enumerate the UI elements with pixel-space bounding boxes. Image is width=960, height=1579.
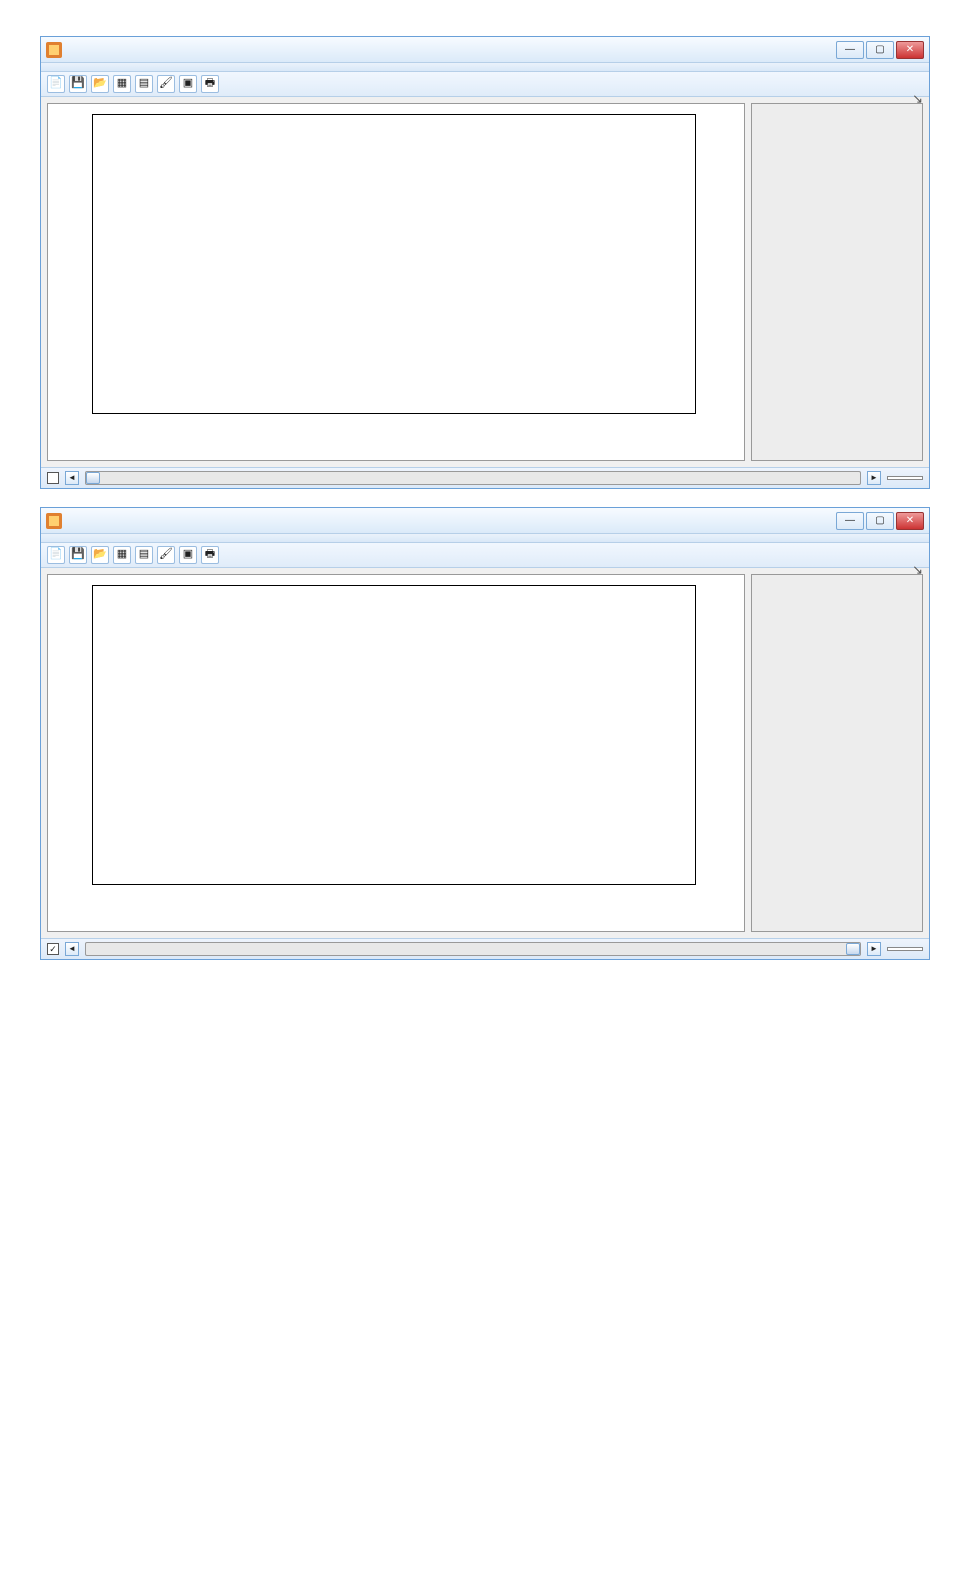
scroll-enable-checkbox[interactable]: [47, 472, 59, 484]
titlebar[interactable]: — ▢ ✕: [41, 508, 929, 534]
maximize-button[interactable]: ▢: [866, 41, 894, 59]
plot-panel: [47, 103, 745, 461]
open-icon[interactable]: 📂: [91, 546, 109, 564]
close-button[interactable]: ✕: [896, 41, 924, 59]
save-icon[interactable]: 💾: [69, 75, 87, 93]
scroll-enable-checkbox[interactable]: ✓: [47, 943, 59, 955]
app-window: — ▢ ✕ 📄 💾 📂 ▦ ▤ 🖌 ▣ 🖶 ↘: [40, 36, 930, 489]
layout-icon[interactable]: ▤: [135, 546, 153, 564]
scrollbar-track[interactable]: [85, 471, 861, 485]
dock-toggle-icon[interactable]: ↘: [912, 89, 923, 110]
brush-icon[interactable]: 🖌: [157, 75, 175, 93]
toolbar: 📄 💾 📂 ▦ ▤ 🖌 ▣ 🖶: [41, 72, 929, 97]
brush-icon[interactable]: 🖌: [157, 546, 175, 564]
new-file-icon[interactable]: 📄: [47, 75, 65, 93]
save-icon[interactable]: 💾: [69, 546, 87, 564]
axes[interactable]: [92, 114, 696, 414]
toolbar: 📄 💾 📂 ▦ ▤ 🖌 ▣ 🖶: [41, 543, 929, 568]
open-icon[interactable]: 📂: [91, 75, 109, 93]
plot-panel: [47, 574, 745, 932]
statusbar: ◄ ►: [41, 467, 929, 488]
axes[interactable]: [92, 585, 696, 885]
scrollbar-track[interactable]: [85, 942, 861, 956]
new-file-icon[interactable]: 📄: [47, 546, 65, 564]
scrollbar-thumb[interactable]: [86, 472, 100, 484]
print-icon[interactable]: 🖶: [201, 546, 219, 564]
axes-icon[interactable]: ▣: [179, 75, 197, 93]
axes-icon[interactable]: ▣: [179, 546, 197, 564]
scroll-right-icon[interactable]: ►: [867, 471, 881, 485]
side-panel: [751, 574, 923, 932]
close-button[interactable]: ✕: [896, 512, 924, 530]
scroll-left-icon[interactable]: ◄: [65, 471, 79, 485]
menubar: [41, 63, 929, 72]
scroll-value[interactable]: [887, 947, 923, 951]
statusbar: ✓ ◄ ►: [41, 938, 929, 959]
scrollbar-thumb[interactable]: [846, 943, 860, 955]
side-panel: [751, 103, 923, 461]
app-icon: [46, 513, 62, 529]
print-icon[interactable]: 🖶: [201, 75, 219, 93]
grid-icon[interactable]: ▦: [113, 546, 131, 564]
menubar: [41, 534, 929, 543]
scroll-value[interactable]: [887, 476, 923, 480]
maximize-button[interactable]: ▢: [866, 512, 894, 530]
layout-icon[interactable]: ▤: [135, 75, 153, 93]
app-icon: [46, 42, 62, 58]
minimize-button[interactable]: —: [836, 512, 864, 530]
minimize-button[interactable]: —: [836, 41, 864, 59]
app-window: — ▢ ✕ 📄 💾 📂 ▦ ▤ 🖌 ▣ 🖶 ↘: [40, 507, 930, 960]
scroll-right-icon[interactable]: ►: [867, 942, 881, 956]
titlebar[interactable]: — ▢ ✕: [41, 37, 929, 63]
dock-toggle-icon[interactable]: ↘: [912, 560, 923, 581]
grid-icon[interactable]: ▦: [113, 75, 131, 93]
scroll-left-icon[interactable]: ◄: [65, 942, 79, 956]
